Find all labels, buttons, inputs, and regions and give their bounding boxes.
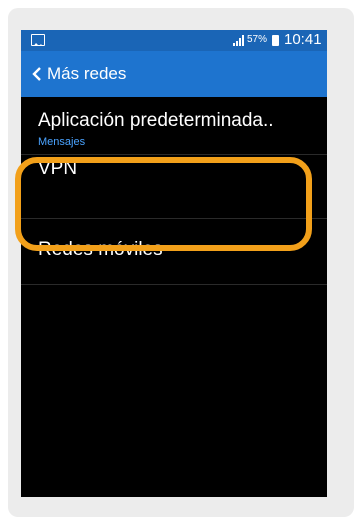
gallery-icon xyxy=(31,34,45,46)
battery-percent: 57% xyxy=(247,34,268,45)
divider xyxy=(21,284,327,285)
clock: 10:41 xyxy=(284,31,322,48)
settings-item-default-app[interactable]: Aplicación predeterminada.. Mensajes xyxy=(21,97,327,154)
status-bar: 57% 10:41 xyxy=(21,30,327,51)
settings-item-label: VPN xyxy=(38,158,78,179)
settings-item-label: Redes móviles xyxy=(38,239,163,260)
signal-icon xyxy=(233,35,244,46)
settings-item-mobile-networks[interactable]: Redes móviles xyxy=(21,218,327,284)
settings-item-label: Aplicación predeterminada.. xyxy=(38,110,274,131)
battery-icon xyxy=(272,35,279,46)
settings-item-sublabel: Mensajes xyxy=(38,136,86,148)
phone-screen: 57% 10:41 Más redes Aplicación predeterm… xyxy=(21,30,327,497)
page-title[interactable]: Más redes xyxy=(47,64,126,84)
back-arrow-icon[interactable] xyxy=(30,66,44,82)
settings-item-vpn[interactable]: VPN xyxy=(21,154,327,218)
app-header: Más redes xyxy=(21,51,327,97)
